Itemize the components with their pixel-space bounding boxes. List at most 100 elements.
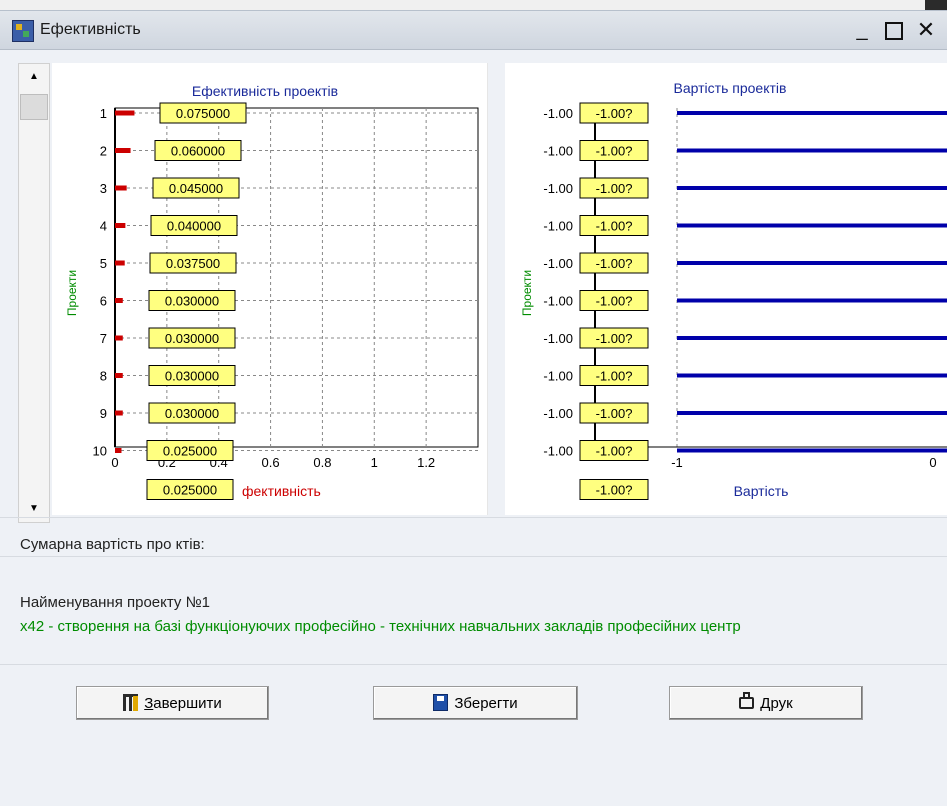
y-axis-label: Проекти: [520, 270, 534, 316]
bar: [677, 373, 947, 378]
x-tick-label: 0: [929, 455, 936, 470]
svg-text:0.025000: 0.025000: [163, 444, 217, 459]
bar: [677, 111, 947, 115]
bar: [115, 410, 123, 416]
y-tick-label: -1.00: [543, 406, 573, 421]
data-label: -1.00?: [579, 479, 649, 500]
data-label: -1.00?: [579, 252, 649, 274]
data-label: -1.00?: [579, 365, 649, 386]
efficiency-window: Ефективність _ ✕ ▲ ▼ Ефективність проект…: [0, 10, 947, 806]
svg-text:0.030000: 0.030000: [165, 294, 219, 309]
svg-text:-1.00?: -1.00?: [596, 219, 633, 234]
svg-text:0.030000: 0.030000: [165, 369, 219, 384]
svg-text:0.030000: 0.030000: [165, 331, 219, 346]
y-tick-label: -1.00: [543, 181, 573, 196]
y-tick-label: 10: [93, 444, 107, 459]
data-label: 0.025000: [146, 440, 234, 461]
bar: [677, 298, 947, 303]
scroll-thumb[interactable]: [20, 94, 48, 120]
finish-label: авершити: [153, 695, 222, 712]
y-tick-label: -1.00: [543, 369, 573, 384]
save-label: Зберегти: [454, 695, 518, 712]
y-tick-label: 4: [100, 219, 107, 234]
svg-text:0.060000: 0.060000: [171, 144, 225, 159]
vertical-scrollbar[interactable]: ▲ ▼: [18, 63, 50, 523]
svg-text:-1.00?: -1.00?: [596, 256, 633, 271]
svg-text:-1.00?: -1.00?: [596, 181, 633, 196]
data-label: 0.030000: [148, 365, 236, 386]
data-label: -1.00?: [579, 290, 649, 311]
svg-text:-1.00?: -1.00?: [596, 144, 633, 159]
window-title: Ефективність: [40, 21, 141, 38]
x-tick-label: 0: [111, 455, 118, 470]
x-tick-label: 1.2: [417, 455, 435, 470]
save-button[interactable]: Зберегти: [373, 686, 578, 720]
svg-text:-1.00?: -1.00?: [596, 369, 633, 384]
y-axis-label: Проекти: [65, 270, 79, 316]
y-tick-label: -1.00: [543, 294, 573, 309]
svg-text:0.040000: 0.040000: [167, 219, 221, 234]
bar: [115, 448, 122, 453]
data-label: 0.040000: [150, 215, 238, 236]
finish-accelerator: З: [144, 695, 154, 712]
svg-text:-1.00?: -1.00?: [596, 294, 633, 309]
bar: [115, 110, 135, 116]
divider: [0, 517, 947, 518]
bar: [677, 411, 947, 415]
y-tick-label: 7: [100, 331, 107, 346]
bar: [115, 298, 123, 303]
minimize-button[interactable]: _: [850, 18, 874, 42]
bar: [115, 148, 131, 153]
data-label: -1.00?: [579, 177, 649, 199]
data-label: -1.00?: [579, 215, 649, 236]
x-axis-label: фективність: [242, 483, 321, 499]
y-tick-label: 1: [100, 106, 107, 121]
x-axis-label: Вартість: [734, 483, 789, 499]
svg-text:0.037500: 0.037500: [166, 256, 220, 271]
print-label: Друк: [760, 695, 793, 712]
y-tick-label: -1.00: [543, 219, 573, 234]
data-label: 0.060000: [154, 140, 242, 161]
divider: [0, 556, 947, 557]
data-label: -1.00?: [579, 140, 649, 161]
svg-text:0.030000: 0.030000: [165, 406, 219, 421]
title-bar[interactable]: Ефективність _ ✕: [0, 11, 947, 50]
svg-text:-1.00?: -1.00?: [596, 331, 633, 346]
y-tick-label: 3: [100, 181, 107, 196]
y-tick-label: 9: [100, 406, 107, 421]
divider: [0, 664, 947, 665]
bar: [115, 335, 123, 341]
scroll-down-arrow-icon[interactable]: ▼: [19, 496, 49, 522]
bar: [677, 186, 947, 190]
exit-door-icon: [123, 694, 139, 711]
chart-title: Вартість проектів: [674, 80, 787, 96]
maximize-button[interactable]: [882, 18, 906, 42]
finish-button[interactable]: Завершити: [76, 686, 269, 720]
total-cost-label: Сумарна вартість про ктів:: [20, 536, 205, 553]
bar: [115, 223, 126, 228]
svg-text:0.025000: 0.025000: [163, 483, 217, 498]
bar: [677, 448, 947, 453]
bar: [115, 260, 125, 266]
y-tick-label: -1.00: [543, 331, 573, 346]
data-label: 0.045000: [152, 177, 240, 199]
data-label: -1.00?: [579, 102, 649, 124]
bar: [115, 373, 123, 378]
efficiency-chart: Ефективність проектів Проекти фективніст…: [65, 83, 479, 500]
maximize-icon: [885, 22, 903, 40]
scroll-up-arrow-icon[interactable]: ▲: [19, 64, 49, 90]
print-button[interactable]: Друк: [669, 686, 863, 720]
close-button[interactable]: ✕: [914, 18, 938, 42]
y-tick-label: 8: [100, 369, 107, 384]
printer-icon: [739, 692, 755, 709]
x-tick-label: 0.8: [313, 455, 331, 470]
svg-text:-1.00?: -1.00?: [596, 106, 633, 121]
y-tick-label: 6: [100, 294, 107, 309]
x-tick-label: 1: [371, 455, 378, 470]
svg-text:0.045000: 0.045000: [169, 181, 223, 196]
cost-chart: Вартість проектів Проекти Вартість -1.00…: [520, 80, 947, 500]
bar: [677, 223, 947, 228]
save-disk-icon: [433, 694, 449, 711]
svg-text:-1.00?: -1.00?: [596, 483, 633, 498]
bar: [677, 148, 947, 153]
